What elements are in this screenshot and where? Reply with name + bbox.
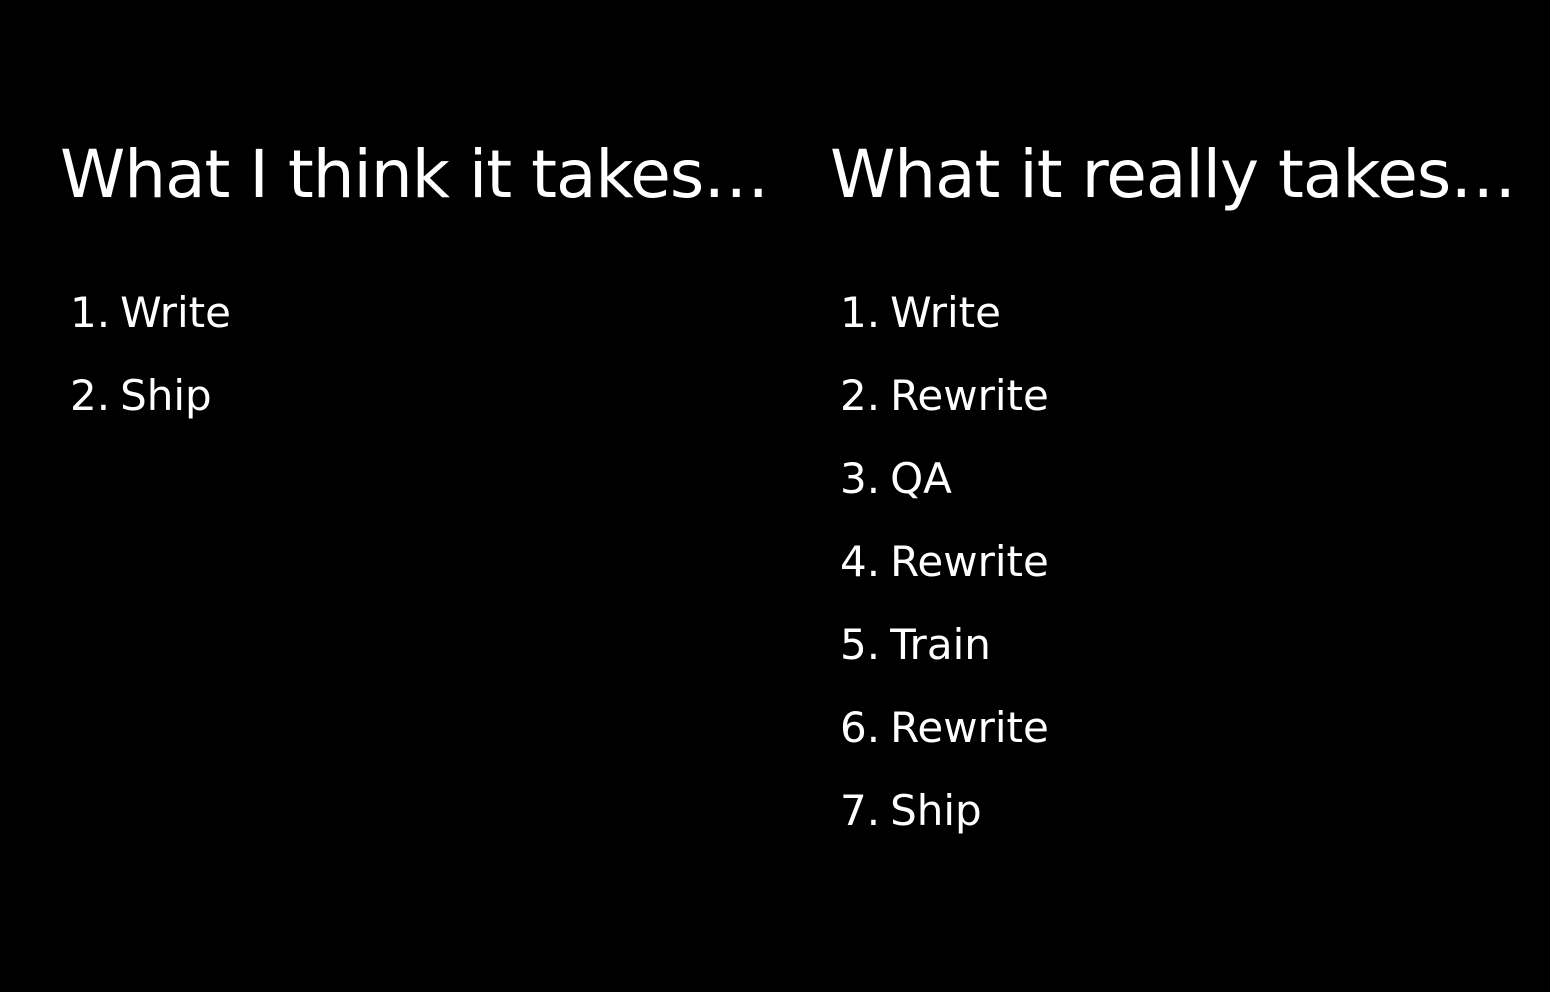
step-number: 1. [840, 288, 881, 337]
step-label: Ship [120, 371, 212, 420]
list-item: 1. Write [70, 280, 231, 363]
step-label: Write [120, 288, 231, 337]
left-heading: What I think it takes… [60, 136, 769, 213]
step-number: 1. [70, 288, 111, 337]
step-number: 3. [840, 454, 881, 503]
right-column: What it really takes… 1. Write 2. Rewrite … [830, 0, 1530, 992]
step-label: Rewrite [890, 371, 1049, 420]
step-label: Train [890, 620, 991, 669]
list-item: 2. Ship [70, 363, 231, 446]
list-item: 5. Train [840, 612, 1049, 695]
step-number: 4. [840, 537, 881, 586]
step-number: 7. [840, 786, 881, 835]
list-item: 2. Rewrite [840, 363, 1049, 446]
right-heading: What it really takes… [830, 136, 1516, 213]
step-number: 2. [840, 371, 881, 420]
step-label: Ship [890, 786, 982, 835]
step-label: Write [890, 288, 1001, 337]
step-label: Rewrite [890, 703, 1049, 752]
list-item: 6. Rewrite [840, 695, 1049, 778]
slide: What I think it takes… 1. Write 2. Ship Wh… [0, 0, 1550, 992]
right-step-list: 1. Write 2. Rewrite 3. QA 4. Rewrite 5. Train… [840, 280, 1049, 861]
list-item: 1. Write [840, 280, 1049, 363]
list-item: 7. Ship [840, 778, 1049, 861]
list-item: 4. Rewrite [840, 529, 1049, 612]
list-item: 3. QA [840, 446, 1049, 529]
left-step-list: 1. Write 2. Ship [70, 280, 231, 446]
step-number: 6. [840, 703, 881, 752]
step-number: 5. [840, 620, 881, 669]
step-number: 2. [70, 371, 111, 420]
left-column: What I think it takes… 1. Write 2. Ship [60, 0, 780, 992]
step-label: QA [890, 454, 952, 503]
step-label: Rewrite [890, 537, 1049, 586]
